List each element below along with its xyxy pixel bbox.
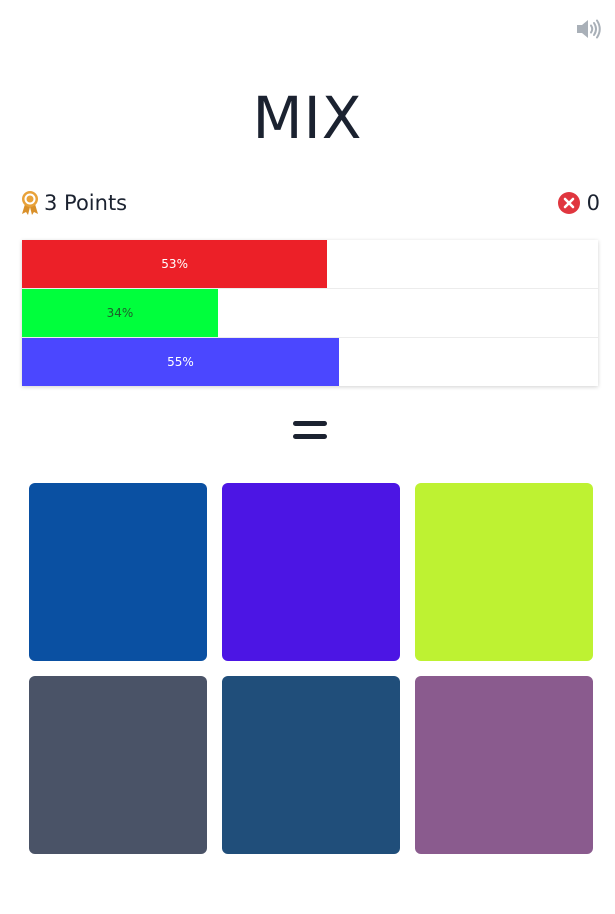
green-bar-fill: 34% — [22, 289, 218, 337]
blue-bar-fill: 55% — [22, 338, 339, 386]
color-option-6[interactable] — [415, 676, 593, 854]
blue-bar-label: 55% — [167, 355, 194, 369]
points-display: 3 Points — [20, 188, 127, 218]
award-ribbon-icon — [22, 191, 38, 215]
red-bar-fill: 53% — [22, 240, 328, 288]
red-bar-row: 53% — [22, 240, 598, 289]
color-option-5[interactable] — [222, 676, 400, 854]
error-x-circle-icon — [557, 192, 580, 214]
color-option-2[interactable] — [222, 483, 400, 661]
color-options-grid — [29, 483, 593, 854]
green-bar-row: 34% — [22, 289, 598, 338]
points-label: 3 Points — [44, 191, 128, 215]
sound-toggle-button[interactable] — [573, 14, 603, 44]
equals-icon — [293, 421, 327, 439]
color-option-1[interactable] — [29, 483, 207, 661]
volume-icon — [577, 19, 601, 39]
green-bar-label: 34% — [106, 306, 134, 320]
errors-display: 0 — [557, 188, 600, 218]
game-title: MIX — [252, 84, 363, 152]
target-color-bars: 53% 34% 55% — [22, 240, 598, 386]
red-bar-label: 53% — [161, 257, 188, 271]
color-option-4[interactable] — [29, 676, 207, 854]
color-option-3[interactable] — [415, 483, 593, 661]
blue-bar-row: 55% — [22, 338, 598, 386]
errors-count: 0 — [586, 191, 600, 215]
score-row: 3 Points 0 — [20, 188, 600, 218]
